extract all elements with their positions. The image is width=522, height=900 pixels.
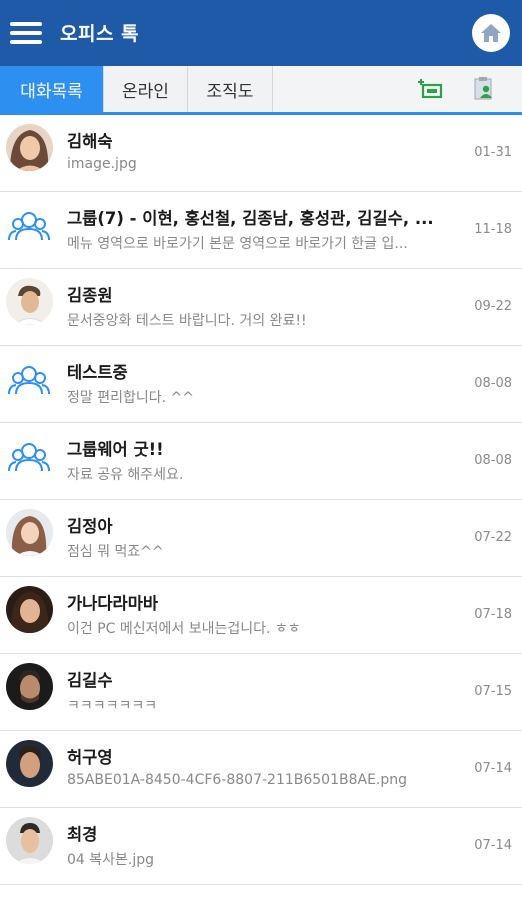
add-chat-icon [418, 79, 443, 99]
avatar [6, 663, 53, 710]
chat-date: 11-18 [474, 222, 512, 237]
chat-name: 가나다라마바 [67, 594, 159, 613]
chat-name: 김정아 [67, 517, 113, 536]
chat-name: 그룹웨어 굿!! [67, 440, 164, 459]
chat-list-item[interactable]: 김길수 ㅋㅋㅋㅋㅋㅋㅋ 07-15 [0, 654, 522, 731]
chat-last-message: 정말 편리합니다. ^^ [67, 390, 194, 406]
chat-list-item[interactable]: 김정아 점심 뭐 먹죠^^ 07-22 [0, 500, 522, 577]
home-button[interactable] [472, 14, 510, 52]
avatar [6, 817, 53, 864]
chat-name: 그룹(7) - 이현, 홍선철, 김종남, 홍성관, 김길수, ... [67, 209, 434, 228]
chat-last-message: 메뉴 영역으로 바로가기 본문 영역으로 바로가기 한글 입... [67, 236, 408, 252]
avatar [6, 124, 53, 171]
chat-name: 허구영 [67, 748, 113, 767]
chat-list-item[interactable]: 그룹(7) - 이현, 홍선철, 김종남, 홍성관, 김길수, ... 메뉴 영… [0, 192, 522, 269]
app-header: 오피스 톡 [0, 0, 522, 66]
chat-list-item[interactable]: 그룹웨어 굿!! 자료 공유 해주세요. 08-08 [0, 423, 522, 500]
chat-date: 07-18 [474, 607, 512, 622]
home-icon [481, 24, 501, 42]
chat-list: 김해숙 image.jpg 01-31 그룹(7) - 이현, 홍선철, 김종남… [0, 115, 522, 885]
avatar [6, 586, 53, 633]
new-chat-button[interactable] [418, 76, 444, 102]
hamburger-menu-icon[interactable] [10, 20, 44, 46]
group-icon [6, 435, 52, 481]
chat-list-item[interactable]: 김해숙 image.jpg 01-31 [0, 115, 522, 192]
chat-list-item[interactable]: 최경 04 복사본.jpg 07-14 [0, 808, 522, 885]
chat-last-message: 문서중앙화 테스트 바랍니다. 거의 완료!! [67, 313, 307, 329]
chat-date: 07-15 [474, 684, 512, 699]
chat-last-message: 85ABE01A-8450-4CF6-8807-211B6501B8AE.png [67, 772, 408, 788]
chat-last-message: 점심 뭐 먹죠^^ [67, 544, 164, 560]
chat-name: 김종원 [67, 286, 113, 305]
chat-list-item[interactable]: 테스트중 정말 편리합니다. ^^ 08-08 [0, 346, 522, 423]
contacts-button[interactable] [471, 76, 497, 102]
chat-date: 08-08 [474, 453, 512, 468]
group-icon [6, 204, 52, 250]
chat-date: 08-08 [474, 376, 512, 391]
avatar [6, 509, 53, 556]
chat-last-message: ㅋㅋㅋㅋㅋㅋㅋ [67, 698, 158, 714]
avatar [6, 278, 53, 325]
tab-online[interactable]: 온라인 [104, 66, 188, 112]
group-icon [6, 358, 52, 404]
chat-list-item[interactable]: 김종원 문서중앙화 테스트 바랍니다. 거의 완료!! 09-22 [0, 269, 522, 346]
chat-name: 김길수 [67, 671, 113, 690]
chat-list-item[interactable]: 허구영 85ABE01A-8450-4CF6-8807-211B6501B8AE… [0, 731, 522, 808]
avatar [6, 740, 53, 787]
chat-date: 07-22 [474, 530, 512, 545]
chat-list-item[interactable]: 가나다라마바 이건 PC 메신저에서 보내는겁니다. ㅎㅎ 07-18 [0, 577, 522, 654]
chat-date: 01-31 [474, 145, 512, 160]
chat-last-message: image.jpg [67, 156, 137, 172]
chat-name: 최경 [67, 825, 98, 844]
chat-date: 09-22 [474, 299, 512, 314]
tab-bar: 대화목록 온라인 조직도 [0, 66, 522, 115]
chat-name: 테스트중 [67, 363, 128, 382]
chat-date: 07-14 [474, 838, 512, 853]
chat-last-message: 이건 PC 메신저에서 보내는겁니다. ㅎㅎ [67, 621, 301, 637]
chat-last-message: 04 복사본.jpg [67, 852, 155, 868]
chat-date: 07-14 [474, 761, 512, 776]
tab-chat-list[interactable]: 대화목록 [0, 66, 104, 112]
app-title: 오피스 톡 [60, 23, 140, 45]
chat-last-message: 자료 공유 해주세요. [67, 467, 184, 483]
contact-list-icon [474, 77, 492, 100]
chat-name: 김해숙 [67, 132, 113, 151]
tab-org-chart[interactable]: 조직도 [188, 66, 273, 112]
